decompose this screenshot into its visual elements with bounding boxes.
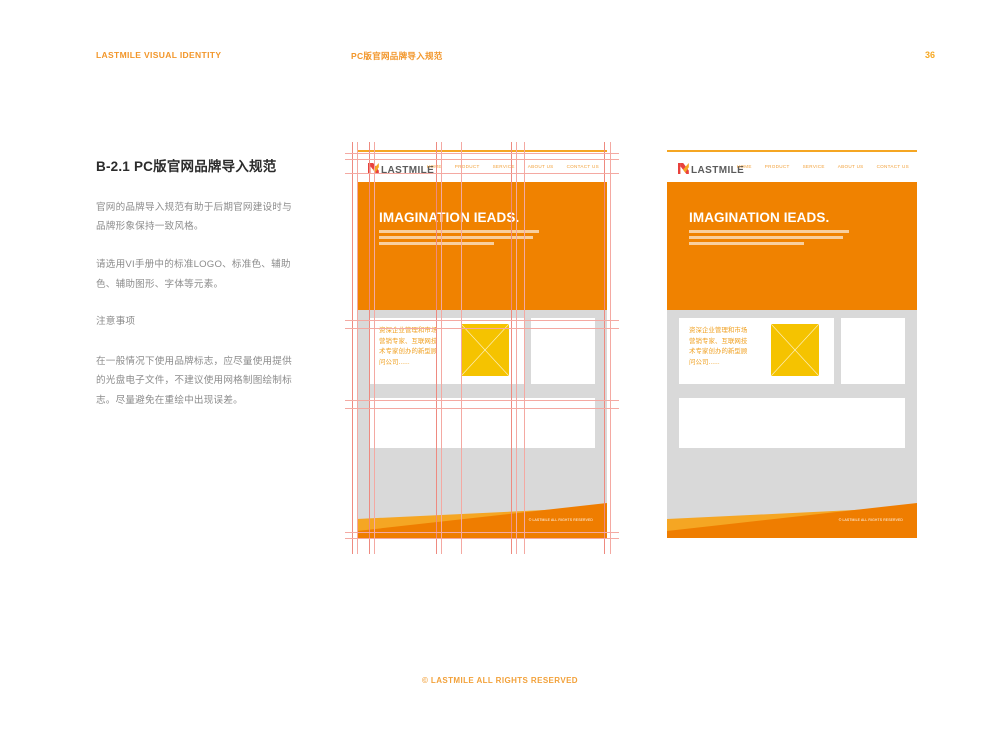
nav-item-home[interactable]: HOME bbox=[427, 164, 442, 169]
hero-subtext-line bbox=[689, 242, 805, 245]
content-card-primary: 资深企业管理和市场营销专家、互联网技术专家创办的新型顾问公司...... bbox=[369, 318, 524, 384]
nav-item-about-us[interactable]: ABOUT US bbox=[528, 164, 554, 169]
footer-copyright: © LASTMILE ALL RIGHTS RESERVED bbox=[528, 518, 593, 522]
content-card-secondary bbox=[841, 318, 905, 384]
site-logo[interactable]: LASTMILE bbox=[368, 161, 434, 179]
nav-item-about-us[interactable]: ABOUT US bbox=[838, 164, 864, 169]
hero-subtext-line bbox=[689, 236, 843, 239]
website-mockup-with-guides: LASTMILE HOME PRODUCT SERVICE ABOUT US C… bbox=[357, 150, 607, 538]
nav-item-product[interactable]: PRODUCT bbox=[455, 164, 480, 169]
image-placeholder-icon bbox=[461, 324, 509, 376]
hero-subtext-line bbox=[689, 230, 849, 233]
site-navbar: LASTMILE HOME PRODUCT SERVICE ABOUT US C… bbox=[357, 152, 607, 182]
lastmile-logo-icon bbox=[678, 161, 689, 179]
site-logo[interactable]: LASTMILE bbox=[678, 161, 744, 179]
image-placeholder-icon bbox=[771, 324, 819, 376]
description-column: B-2.1 PC版官网品牌导入规范 官网的品牌导入规范有助于后期官网建设时与品牌… bbox=[96, 158, 292, 429]
content-card-wide bbox=[369, 398, 595, 448]
card-description-text: 资深企业管理和市场营销专家、互联网技术专家创办的新型顾问公司...... bbox=[689, 327, 748, 366]
nav-item-contact-us[interactable]: CONTACT US bbox=[567, 164, 599, 169]
site-footer: © LASTMILE ALL RIGHTS RESERVED bbox=[667, 498, 917, 538]
card-description-text: 资深企业管理和市场营销专家、互联网技术专家创办的新型顾问公司...... bbox=[379, 327, 438, 366]
content-card-wide bbox=[679, 398, 905, 448]
hero-banner: IMAGINATION IEADS. bbox=[357, 182, 607, 310]
page-title: B-2.1 PC版官网品牌导入规范 bbox=[96, 159, 277, 174]
notice-heading: 注意事项 bbox=[96, 316, 136, 328]
hero-subtext-line bbox=[379, 230, 539, 233]
nav-item-service[interactable]: SERVICE bbox=[803, 164, 825, 169]
guide-line-horizontal bbox=[345, 538, 619, 539]
lastmile-logo-icon bbox=[368, 161, 379, 179]
body-paragraph-2: 请选用VI手册中的标准LOGO、标准色、辅助色、辅助图形、字体等元素。 bbox=[96, 258, 291, 290]
hero-subtext bbox=[689, 230, 849, 249]
page-footer-copyright: © LASTMILE ALL RIGHTS RESERVED bbox=[422, 676, 578, 685]
guide-line-vertical bbox=[610, 142, 611, 554]
site-footer: © LASTMILE ALL RIGHTS RESERVED bbox=[357, 498, 607, 538]
hero-subtext-line bbox=[379, 236, 533, 239]
website-mockup-clean: LASTMILE HOME PRODUCT SERVICE ABOUT US C… bbox=[667, 150, 917, 538]
nav-item-contact-us[interactable]: CONTACT US bbox=[877, 164, 909, 169]
nav-item-service[interactable]: SERVICE bbox=[493, 164, 515, 169]
page-header: LASTMILE VISUAL IDENTITY PC版官网品牌导入规范 36 bbox=[0, 50, 1000, 70]
nav-item-product[interactable]: PRODUCT bbox=[765, 164, 790, 169]
nav-item-home[interactable]: HOME bbox=[737, 164, 752, 169]
body-paragraph-1: 官网的品牌导入规范有助于后期官网建设时与品牌形象保持一致风格。 bbox=[96, 201, 292, 233]
footer-copyright: © LASTMILE ALL RIGHTS RESERVED bbox=[838, 518, 903, 522]
content-card-secondary bbox=[531, 318, 595, 384]
guide-line-vertical bbox=[352, 142, 353, 554]
hero-subtext-line bbox=[379, 242, 495, 245]
navbar-links: HOME PRODUCT SERVICE ABOUT US CONTACT US bbox=[737, 164, 909, 169]
hero-headline: IMAGINATION IEADS. bbox=[689, 210, 830, 225]
header-center-title: PC版官网品牌导入规范 bbox=[351, 51, 443, 61]
body-paragraph-3: 在一般情况下使用品牌标志，应尽量使用提供的光盘电子文件，不建议使用网格制图绘制标… bbox=[96, 355, 292, 407]
navbar-links: HOME PRODUCT SERVICE ABOUT US CONTACT US bbox=[427, 164, 599, 169]
site-navbar: LASTMILE HOME PRODUCT SERVICE ABOUT US C… bbox=[667, 152, 917, 182]
page-number: 36 bbox=[925, 50, 936, 60]
hero-headline: IMAGINATION IEADS. bbox=[379, 210, 520, 225]
header-left-title: LASTMILE VISUAL IDENTITY bbox=[96, 50, 222, 60]
hero-banner: IMAGINATION IEADS. bbox=[667, 182, 917, 310]
hero-subtext bbox=[379, 230, 539, 249]
content-card-primary: 资深企业管理和市场营销专家、互联网技术专家创办的新型顾问公司...... bbox=[679, 318, 834, 384]
